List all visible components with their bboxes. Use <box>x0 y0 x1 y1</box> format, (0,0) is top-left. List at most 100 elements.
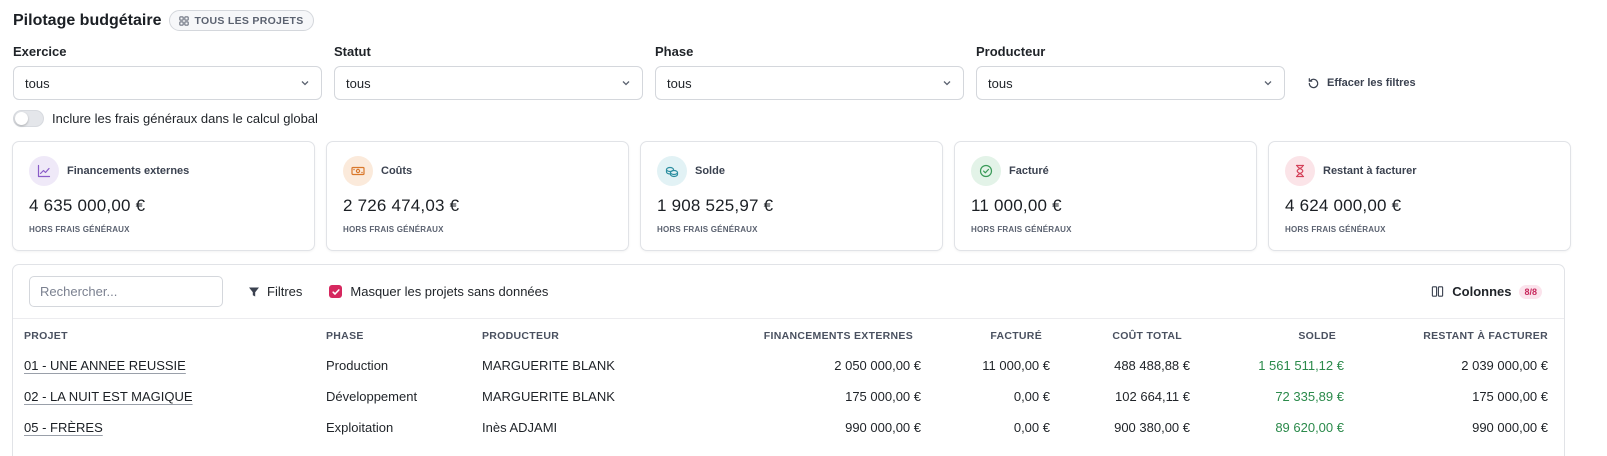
column-header-facture[interactable]: FACTURÉ <box>921 319 1050 350</box>
kpi-value: 4 635 000,00 € <box>29 196 146 215</box>
clear-filters-button[interactable]: Effacer les filtres <box>1307 66 1416 100</box>
cout-cell: 900 380,00 € <box>1114 420 1190 435</box>
kpi-value: 1 908 525,97 € <box>657 196 774 215</box>
financements-cell: 175 000,00 € <box>845 389 921 404</box>
table-row[interactable]: 02 - LA NUIT EST MAGIQUE Développement M… <box>13 381 1566 412</box>
column-header-producteur[interactable]: PRODUCTEUR <box>482 319 677 350</box>
all-projects-badge[interactable]: TOUS LES PROJETS <box>169 10 314 31</box>
restant-cell: 2 039 000,00 € <box>1461 358 1548 373</box>
checkmark-icon <box>332 288 340 295</box>
financements-cell: 2 050 000,00 € <box>834 358 921 373</box>
kpi-card-restant: Restant à facturer 4 624 000,00 € HORS F… <box>1268 141 1571 251</box>
chevron-down-icon <box>301 81 309 86</box>
facture-cell: 11 000,00 € <box>982 358 1050 373</box>
facture-cell: 0,00 € <box>1013 389 1050 404</box>
filter-statut: Statut tous <box>334 44 643 100</box>
filters-label: Filtres <box>267 284 303 299</box>
filter-bar: Exercice tous Statut tous Phase tous Pro… <box>13 44 1416 100</box>
projects-table-panel: Filtres Masquer les projets sans données… <box>12 264 1565 456</box>
kpi-note: HORS FRAIS GÉNÉRAUX <box>343 225 444 234</box>
select-value: tous <box>25 75 50 91</box>
column-header-financements[interactable]: FINANCEMENTS EXTERNES <box>677 319 921 350</box>
filters-button[interactable]: Filtres <box>248 284 302 299</box>
project-link[interactable]: 02 - LA NUIT EST MAGIQUE <box>24 389 193 404</box>
kpi-value: 4 624 000,00 € <box>1285 196 1402 215</box>
trend-up-icon <box>29 156 59 186</box>
kpi-card-financements: Financements externes 4 635 000,00 € HOR… <box>12 141 315 251</box>
kpi-label: Restant à facturer <box>1323 165 1417 177</box>
filter-label: Statut <box>334 44 371 59</box>
kpi-card-facture: Facturé 11 000,00 € HORS FRAIS GÉNÉRAUX <box>954 141 1257 251</box>
exercice-select[interactable]: tous <box>13 66 322 100</box>
kpi-note: HORS FRAIS GÉNÉRAUX <box>1285 225 1386 234</box>
kpi-note: HORS FRAIS GÉNÉRAUX <box>971 225 1072 234</box>
filter-label: Exercice <box>13 44 67 59</box>
filter-label: Producteur <box>976 44 1046 59</box>
columns-count-badge: 8/8 <box>1519 284 1542 299</box>
clear-filters-label: Effacer les filtres <box>1327 77 1416 89</box>
phase-cell: Production <box>326 358 389 373</box>
kpi-note: HORS FRAIS GÉNÉRAUX <box>657 225 758 234</box>
mask-empty-projects[interactable]: Masquer les projets sans données <box>329 284 548 299</box>
search-input[interactable] <box>29 276 223 307</box>
cout-cell: 102 664,11 € <box>1115 389 1190 404</box>
producteur-cell: MARGUERITE BLANK <box>482 389 615 404</box>
mask-label: Masquer les projets sans données <box>350 284 549 299</box>
kpi-label: Solde <box>695 165 725 177</box>
solde-cell: 89 620,00 € <box>1275 420 1344 435</box>
cout-cell: 488 488,88 € <box>1114 358 1190 373</box>
columns-label: Colonnes <box>1452 284 1512 299</box>
solde-cell: 1 561 511,12 € <box>1258 358 1344 373</box>
reset-icon <box>1308 77 1319 88</box>
kpi-cards: Financements externes 4 635 000,00 € HOR… <box>12 141 1571 251</box>
column-header-phase[interactable]: PHASE <box>326 319 482 350</box>
columns-icon <box>1432 286 1444 297</box>
table-toolbar: Filtres Masquer les projets sans données… <box>13 265 1564 319</box>
page-title: Pilotage budgétaire <box>13 11 162 29</box>
column-header-cout[interactable]: COÛT TOTAL <box>1050 319 1190 350</box>
chevron-down-icon <box>943 81 951 86</box>
chevron-down-icon <box>1264 81 1272 86</box>
kpi-note: HORS FRAIS GÉNÉRAUX <box>29 225 130 234</box>
hourglass-icon <box>1285 156 1315 186</box>
filter-phase: Phase tous <box>655 44 964 100</box>
solde-cell: 72 335,89 € <box>1275 389 1344 404</box>
table-header-row: PROJET PHASE PRODUCTEUR FINANCEMENTS EXT… <box>13 319 1566 350</box>
phase-select[interactable]: tous <box>655 66 964 100</box>
overhead-toggle-row: Inclure les frais généraux dans le calcu… <box>13 110 318 127</box>
producteur-cell: Inès ADJAMI <box>482 420 558 435</box>
grid-icon <box>179 15 190 26</box>
producteur-select[interactable]: tous <box>976 66 1285 100</box>
project-link[interactable]: 05 - FRÈRES <box>24 420 103 435</box>
phase-cell: Développement <box>326 389 418 404</box>
overhead-toggle-label: Inclure les frais généraux dans le calcu… <box>52 111 318 126</box>
column-header-projet[interactable]: PROJET <box>13 319 326 350</box>
select-value: tous <box>346 75 371 91</box>
badge-label: TOUS LES PROJETS <box>194 14 304 27</box>
kpi-card-couts: Coûts 2 726 474,03 € HORS FRAIS GÉNÉRAUX <box>326 141 629 251</box>
financements-cell: 990 000,00 € <box>845 420 921 435</box>
column-header-restant[interactable]: RESTANT À FACTURER <box>1344 319 1566 350</box>
table-row[interactable]: 01 - UNE ANNEE REUSSIE Production MARGUE… <box>13 350 1566 381</box>
phase-cell: Exploitation <box>326 420 394 435</box>
banknote-icon <box>343 156 373 186</box>
coins-icon <box>657 156 687 186</box>
chevron-down-icon <box>622 81 630 86</box>
mask-checkbox[interactable] <box>329 285 343 298</box>
statut-select[interactable]: tous <box>334 66 643 100</box>
funnel-icon <box>249 287 259 296</box>
restant-cell: 175 000,00 € <box>1472 389 1548 404</box>
columns-button[interactable]: Colonnes 8/8 <box>1431 284 1548 299</box>
select-value: tous <box>988 75 1013 91</box>
kpi-label: Coûts <box>381 165 413 177</box>
column-header-solde[interactable]: SOLDE <box>1190 319 1344 350</box>
page-header: Pilotage budgétaire TOUS LES PROJETS <box>13 10 314 31</box>
overhead-toggle[interactable] <box>13 110 44 127</box>
table-row[interactable]: 05 - FRÈRES Exploitation Inès ADJAMI 990… <box>13 412 1566 443</box>
kpi-label: Facturé <box>1009 165 1049 177</box>
facture-cell: 0,00 € <box>1013 420 1050 435</box>
filter-exercice: Exercice tous <box>13 44 322 100</box>
project-link[interactable]: 01 - UNE ANNEE REUSSIE <box>24 358 186 373</box>
filter-label: Phase <box>655 44 694 59</box>
kpi-value: 11 000,00 € <box>971 196 1062 215</box>
